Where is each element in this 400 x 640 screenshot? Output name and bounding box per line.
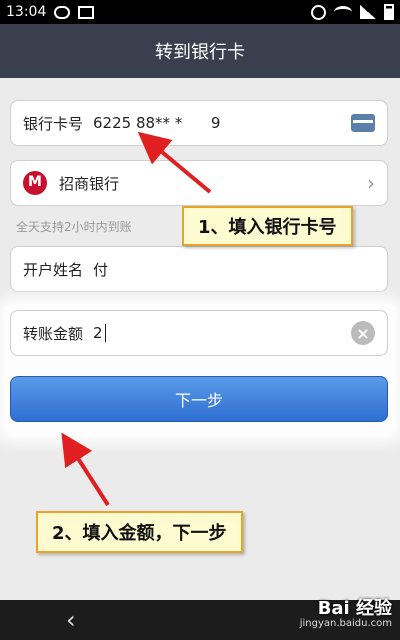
arrow-to-next-button <box>61 432 110 507</box>
amount-label: 转账金额 <box>23 324 84 343</box>
signal-icon <box>360 5 376 19</box>
alarm-icon <box>311 4 326 20</box>
watermark-url: jingyan.baidu.com <box>299 618 392 629</box>
clear-icon[interactable]: × <box>351 321 375 345</box>
title-bar: 转到银行卡 <box>0 24 400 78</box>
back-icon[interactable]: ‹ <box>66 606 76 634</box>
card-number-label: 银行卡号 <box>23 114 84 133</box>
callout-step2: 2、填入金额，下一步 <box>36 511 243 553</box>
status-bar: 13:04 <box>0 0 400 24</box>
amount-value: 2 <box>93 324 103 342</box>
account-name-field[interactable]: 开户姓名 付 <box>10 246 388 292</box>
bank-name: 招商银行 <box>59 174 120 193</box>
bank-logo-icon <box>23 171 47 195</box>
card-number-value: 6225 88** * 9 <box>93 114 221 132</box>
amount-field[interactable]: 转账金额 2 × <box>10 310 388 356</box>
chevron-right-icon: › <box>367 171 375 195</box>
battery-icon <box>384 4 394 20</box>
card-number-field[interactable]: 银行卡号 6225 88** * 9 <box>10 100 388 146</box>
status-time: 13:04 <box>6 4 47 20</box>
wifi-icon <box>334 6 352 18</box>
arrival-hint: 全天支持2小时内到账 <box>16 220 132 234</box>
watermark: Bai 经验 jingyan.baidu.com <box>300 594 392 629</box>
account-name-label: 开户姓名 <box>23 260 84 279</box>
page-title: 转到银行卡 <box>155 42 245 63</box>
bank-selector[interactable]: 招商银行 › <box>10 160 388 206</box>
message-icon <box>54 5 71 19</box>
watermark-brand: Bai 经验 <box>317 598 392 619</box>
image-icon <box>78 5 95 19</box>
next-button[interactable]: 下一步 <box>10 376 388 422</box>
callout-step1: 1、填入银行卡号 <box>182 206 353 246</box>
text-cursor <box>104 324 106 342</box>
card-icon[interactable] <box>351 114 375 132</box>
account-name-value: 付 <box>93 260 109 279</box>
